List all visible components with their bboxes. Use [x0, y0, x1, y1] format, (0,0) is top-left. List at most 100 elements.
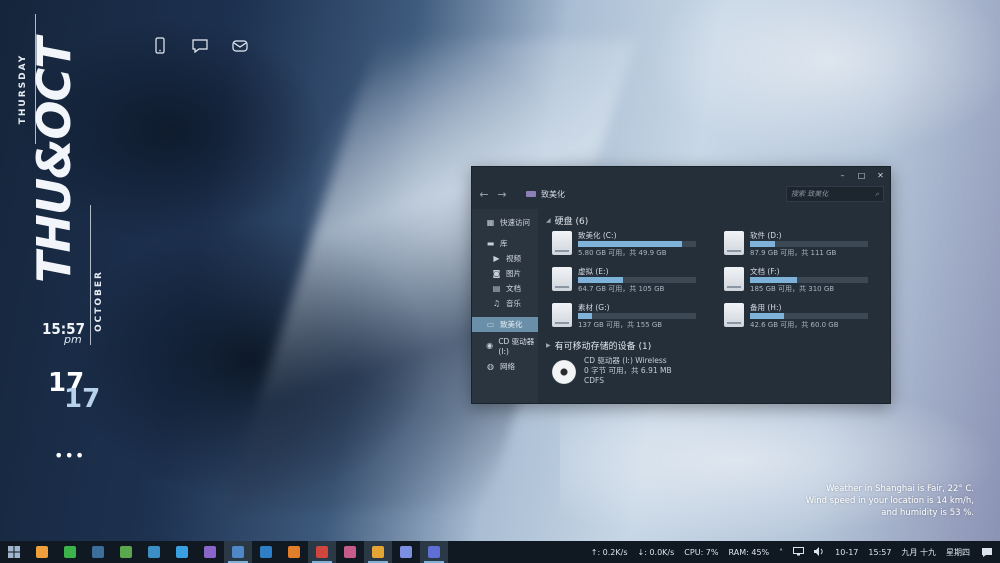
day-number-shadow: 17	[64, 384, 101, 414]
taskbar-app-button[interactable]	[140, 541, 168, 563]
nav-item-label: 文档	[506, 284, 521, 293]
computer-icon	[526, 191, 536, 197]
nav-item[interactable]: ▭ 致美化	[472, 317, 538, 332]
tray-weekday[interactable]: 星期四	[946, 547, 970, 558]
drive-item[interactable]: 素材 (G:) 137 GB 可用，共 155 GB	[552, 303, 710, 333]
taskbar-app-button[interactable]	[0, 541, 28, 563]
drive-item[interactable]: 致美化 (C:) 5.80 GB 可用，共 49.9 GB	[552, 231, 710, 261]
nav-item[interactable]: ▬ 库	[472, 236, 538, 251]
nav-item[interactable]: ♫ 音乐	[472, 296, 538, 311]
explorer-window[interactable]: – □ ✕ ← → 致美化 搜索 致美化 ⌕ ▦ 快速访问 ▬ 库 ▶ 视频 ◙ 图片 ▤ 文档 ♫…	[471, 166, 891, 404]
network-icon: ◍	[487, 362, 494, 371]
drive-info: 文档 (F:) 185 GB 可用，共 310 GB	[750, 267, 882, 294]
drive-item[interactable]: 软件 (D:) 87.9 GB 可用，共 111 GB	[724, 231, 882, 261]
media-icon	[204, 546, 216, 558]
drives-group-header[interactable]: ◢ 硬盘 (6)	[546, 214, 882, 227]
taskbar-app-button[interactable]	[280, 541, 308, 563]
net-upload: ↑: 0.2K/s	[590, 547, 628, 557]
drive-item[interactable]: 虚拟 (E:) 64.7 GB 可用，共 105 GB	[552, 267, 710, 297]
drive-info: 备用 (H:) 42.6 GB 可用，共 60.0 GB	[750, 303, 882, 330]
drive-name: 软件 (D:)	[750, 231, 782, 240]
day-month-label: THU&OCT	[27, 38, 81, 283]
system-tray: ↑: 0.2K/s ↓: 0.0K/s CPU: 7% RAM: 45% ˄ 1…	[590, 546, 1000, 558]
drive-usage-bar	[578, 241, 696, 247]
notification-icon[interactable]	[980, 547, 994, 558]
cd-filesystem: CDFS	[584, 376, 604, 385]
taskbar-app-button[interactable]	[224, 541, 252, 563]
taskbar-app-button[interactable]	[420, 541, 448, 563]
record-icon	[316, 546, 328, 558]
disc-icon: ◉	[486, 341, 494, 350]
drive-item[interactable]: 备用 (H:) 42.6 GB 可用，共 60.0 GB	[724, 303, 882, 333]
nav-item-label: 快速访问	[500, 218, 530, 227]
window-body: ▦ 快速访问 ▬ 库 ▶ 视频 ◙ 图片 ▤ 文档 ♫ 音乐 ▭ 致美化 ◉ CD 驱动器 (I:) ◍ 网络 ◢…	[472, 209, 890, 403]
title-bar[interactable]: – □ ✕	[472, 167, 890, 183]
minimize-button[interactable]: –	[833, 167, 852, 183]
nav-item-label: 致美化	[500, 320, 523, 329]
more-dots[interactable]: •••	[54, 446, 85, 465]
ai-icon	[120, 546, 132, 558]
breadcrumb[interactable]: 致美化	[526, 189, 565, 200]
volume-icon[interactable]	[814, 546, 825, 558]
nav-item[interactable]: ▦ 快速访问	[472, 215, 538, 230]
tray-lunar[interactable]: 九月 十九	[901, 547, 936, 558]
tray-expand-icon[interactable]: ˄	[779, 548, 783, 557]
drive-name: 素材 (G:)	[578, 303, 610, 312]
files-icon	[372, 546, 384, 558]
taskbar-app-button[interactable]	[252, 541, 280, 563]
nav-item[interactable]: ◉ CD 驱动器 (I:)	[472, 337, 538, 356]
nav-item[interactable]: ▤ 文档	[472, 281, 538, 296]
taskbar-app-button[interactable]	[112, 541, 140, 563]
drive-usage-fill	[750, 277, 798, 283]
taskbar-app-button[interactable]	[336, 541, 364, 563]
tray-date[interactable]: 10-17	[835, 548, 858, 557]
cd-drive-item[interactable]: CD 驱动器 (I:) Wireless 0 字节 可用，共 6.91 MB C…	[546, 356, 882, 386]
chat-icon[interactable]	[190, 36, 210, 56]
back-button[interactable]: ←	[478, 188, 490, 201]
taskbar-app-button[interactable]	[28, 541, 56, 563]
taskbar-app-button[interactable]	[168, 541, 196, 563]
drive-usage-bar	[750, 313, 868, 319]
nav-item[interactable]: ◙ 图片	[472, 266, 538, 281]
mail-icon[interactable]	[230, 36, 250, 56]
network-tray-icon[interactable]	[793, 546, 805, 558]
nav-item[interactable]: ◍ 网络	[472, 359, 538, 374]
nav-item[interactable]: ▶ 视频	[472, 251, 538, 266]
drive-name: 备用 (H:)	[750, 303, 782, 312]
drive-name: 文档 (F:)	[750, 267, 780, 276]
forward-button[interactable]: →	[496, 188, 508, 201]
month-label: OCTOBER	[93, 270, 104, 332]
search-input[interactable]: 搜索 致美化 ⌕	[786, 186, 884, 202]
removable-group-header[interactable]: ▶ 有可移动存储的设备 (1)	[546, 339, 882, 352]
drive-item[interactable]: 文档 (F:) 185 GB 可用，共 310 GB	[724, 267, 882, 297]
drive-usage-bar	[750, 277, 868, 283]
drive-name: 致美化 (C:)	[578, 231, 617, 240]
taskbar-app-button[interactable]	[196, 541, 224, 563]
ram-usage: RAM: 45%	[728, 547, 770, 557]
drive-info: 素材 (G:) 137 GB 可用，共 155 GB	[578, 303, 710, 330]
maximize-button[interactable]: □	[852, 167, 871, 183]
drive-info: 软件 (D:) 87.9 GB 可用，共 111 GB	[750, 231, 882, 258]
nav-item-label: 图片	[506, 269, 521, 278]
folder-icon: ▬	[486, 239, 495, 248]
search-icon[interactable]: ⌕	[875, 190, 879, 199]
taskbar-app-button[interactable]	[364, 541, 392, 563]
close-button[interactable]: ✕	[871, 167, 890, 183]
drives-grid: 致美化 (C:) 5.80 GB 可用，共 49.9 GB 软件 (D:) 87.9 …	[546, 231, 882, 333]
start-icon	[8, 546, 20, 558]
address-bar: ← → 致美化 搜索 致美化 ⌕	[472, 183, 890, 205]
net-download: ↓: 0.0K/s	[637, 547, 675, 557]
music-icon: ♫	[492, 299, 501, 308]
breadcrumb-label: 致美化	[541, 189, 565, 199]
cd-info: CD 驱动器 (I:) Wireless 0 字节 可用，共 6.91 MB C…	[584, 356, 672, 386]
phone-icon[interactable]	[150, 36, 170, 56]
taskbar-app-button[interactable]	[56, 541, 84, 563]
photos-icon	[148, 546, 160, 558]
notepad-icon	[232, 546, 244, 558]
removable-group-label: 有可移动存储的设备 (1)	[554, 342, 652, 352]
taskbar-app-button[interactable]	[308, 541, 336, 563]
taskbar-app-button[interactable]	[392, 541, 420, 563]
tray-time[interactable]: 15:57	[868, 548, 891, 557]
taskbar-app-button[interactable]	[84, 541, 112, 563]
chevron-right-icon: ▶	[546, 342, 551, 349]
